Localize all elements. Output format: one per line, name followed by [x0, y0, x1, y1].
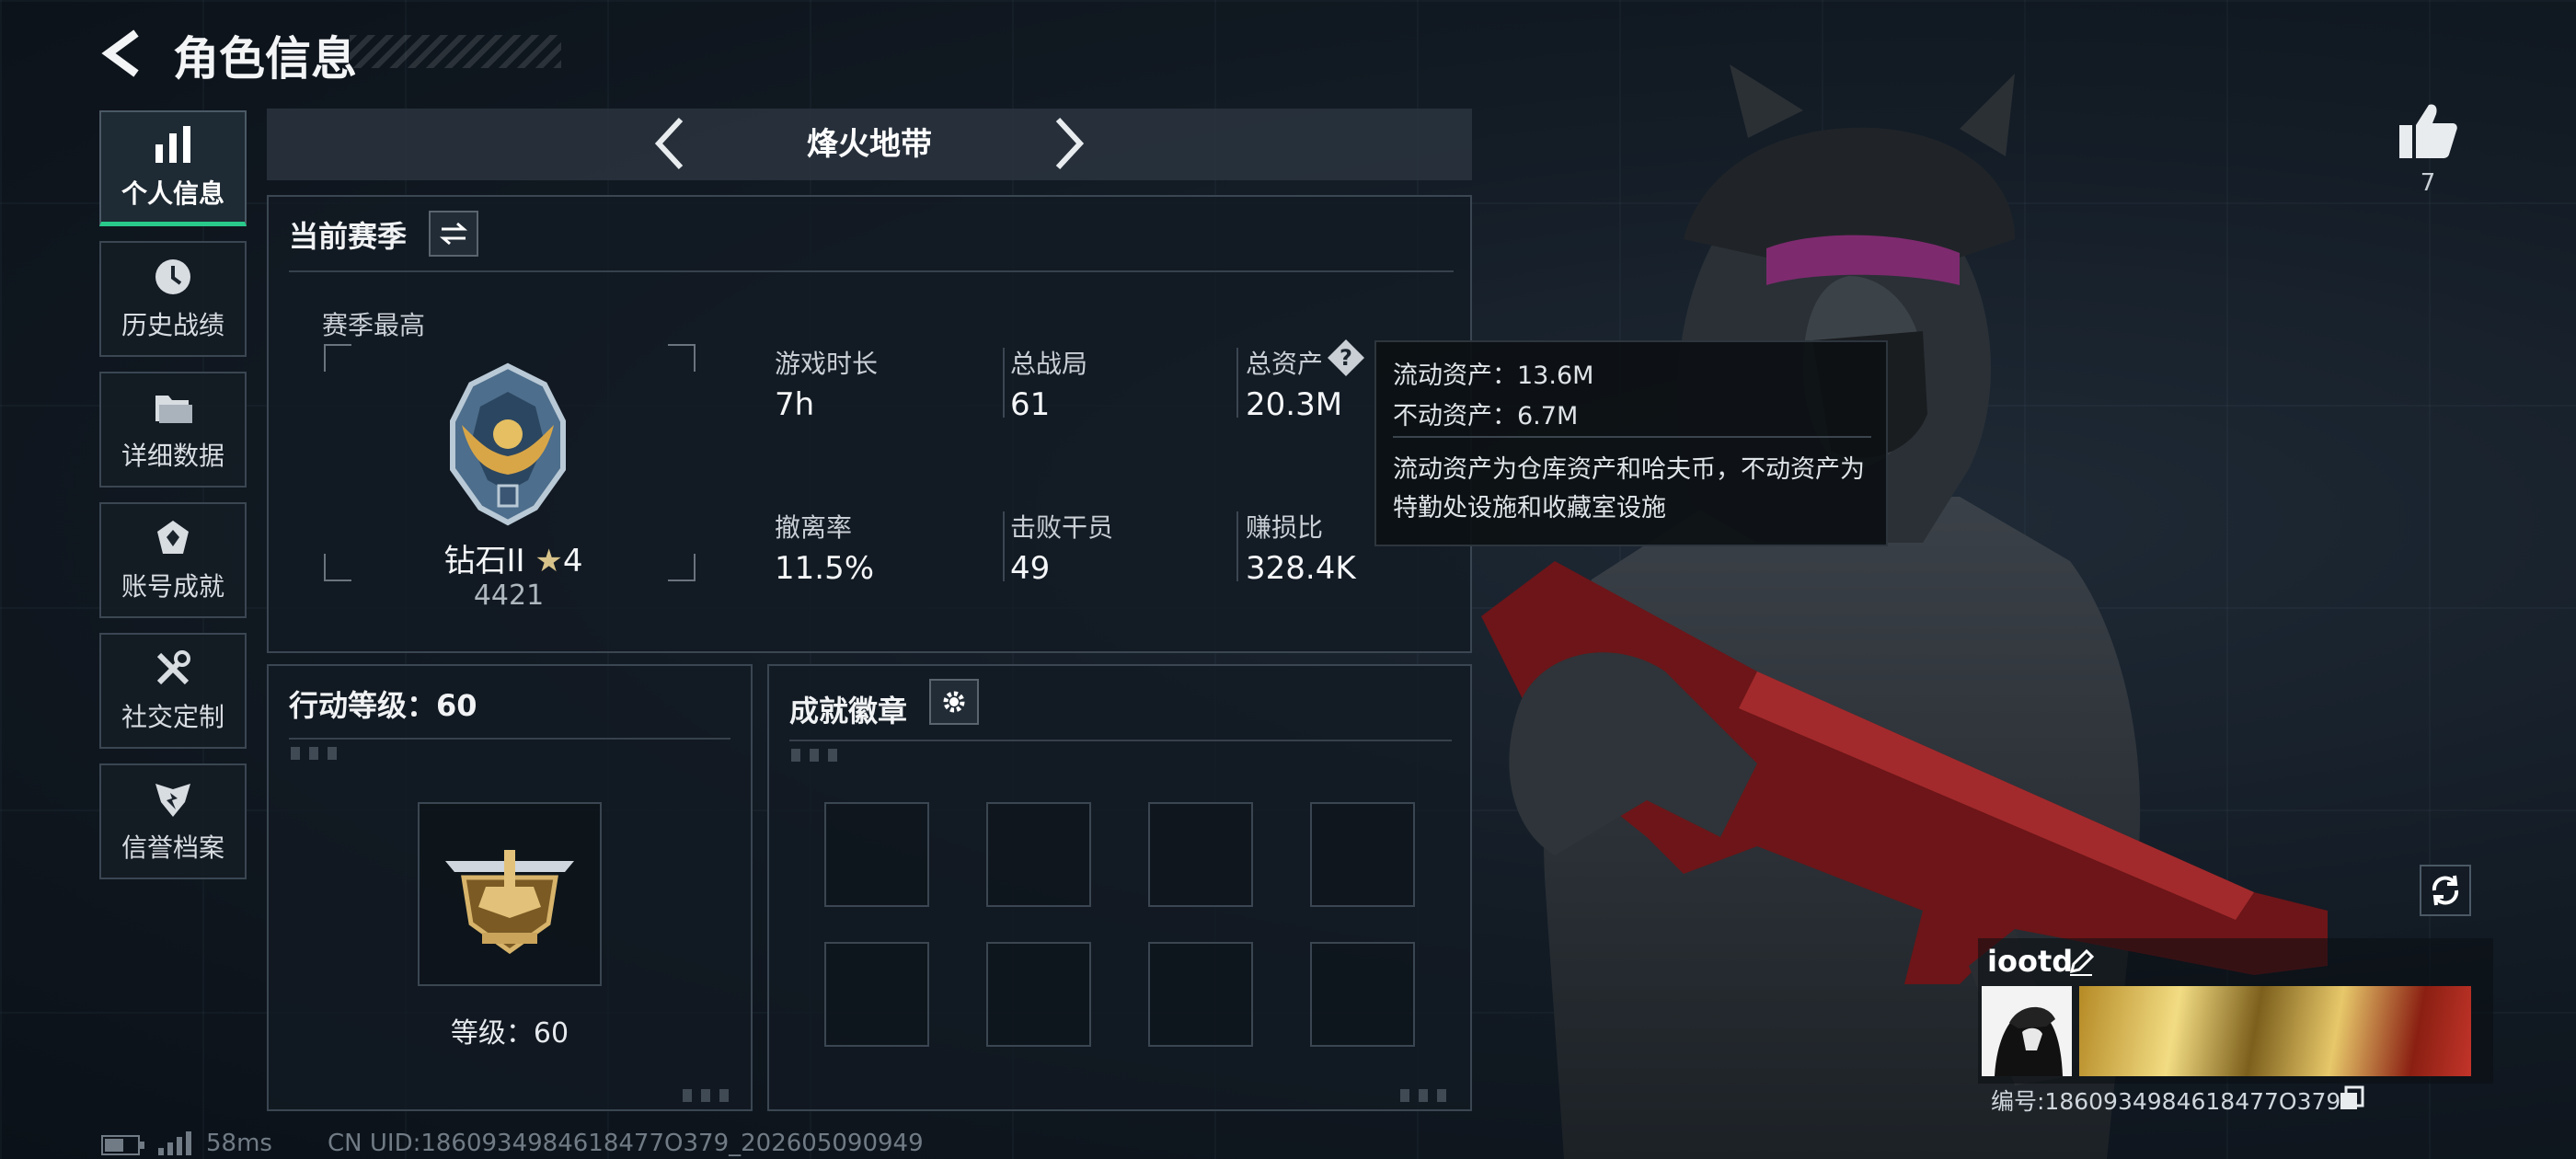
- frame-corner: [324, 554, 351, 581]
- bar-chart-icon: [155, 125, 190, 163]
- profile-banner: [2079, 986, 2471, 1076]
- badge-slot[interactable]: [986, 942, 1091, 1047]
- rotate-button[interactable]: [2420, 865, 2471, 916]
- stat-value-total-matches: 61: [1010, 386, 1051, 423]
- page-title: 角色信息: [173, 32, 357, 86]
- sidebar-item-achievements[interactable]: 账号成就: [99, 502, 247, 618]
- divider: [289, 270, 1454, 272]
- sidebar-item-history[interactable]: 历史战绩: [99, 241, 247, 357]
- player-name: iootd: [1987, 944, 2074, 979]
- action-level-title: 行动等级：60: [289, 688, 477, 723]
- help-icon[interactable]: ?: [1327, 339, 1365, 377]
- gear-icon: [943, 691, 965, 713]
- badge-settings-button[interactable]: [929, 679, 979, 725]
- frame-corner: [324, 344, 351, 372]
- folder-icon: [155, 396, 192, 423]
- sidebar-item-reputation[interactable]: 信誉档案: [99, 763, 247, 879]
- sidebar-item-label: 信誉档案: [121, 832, 224, 863]
- season-title: 当前赛季: [289, 219, 408, 254]
- frame-corner: [668, 554, 696, 581]
- sidebar-item-label: 社交定制: [121, 702, 224, 732]
- rank-stars: 4: [562, 543, 583, 580]
- sidebar-item-label: 个人信息: [121, 178, 224, 209]
- star-icon: ★: [535, 543, 563, 580]
- like-count: 7: [2420, 169, 2436, 197]
- decoration: [1400, 1089, 1455, 1102]
- sidebar-item-social[interactable]: 社交定制: [99, 633, 247, 749]
- stat-value-playtime: 7h: [775, 386, 815, 423]
- clock-icon: [155, 259, 190, 294]
- rotate-icon: [2432, 875, 2459, 906]
- shield-icon: [155, 784, 190, 817]
- tools-icon: [156, 650, 190, 685]
- stat-label-extract-rate: 撤离率: [775, 512, 853, 543]
- rank-name: 钻石II: [443, 543, 525, 580]
- badge-slot[interactable]: [1310, 802, 1415, 907]
- season-switch-button[interactable]: [429, 211, 478, 257]
- stat-value-total-assets: 20.3M: [1246, 386, 1343, 423]
- avatar[interactable]: [1982, 986, 2072, 1076]
- decoration: [291, 747, 346, 760]
- mode-title: 烽火地带: [807, 126, 932, 163]
- badge-slot[interactable]: [824, 802, 929, 907]
- stat-label-playtime: 游戏时长: [775, 349, 879, 379]
- signal-icon: [158, 1131, 191, 1155]
- frame-corner: [668, 344, 696, 372]
- divider: [289, 738, 730, 740]
- stat-label-profit-ratio: 赚损比: [1246, 512, 1324, 543]
- sidebar-item-label: 账号成就: [121, 571, 224, 602]
- swap-icon: [439, 222, 468, 246]
- decoration: [791, 749, 846, 762]
- back-arrow-icon[interactable]: [99, 28, 147, 79]
- divider: [1393, 436, 1871, 438]
- divider: [789, 740, 1452, 741]
- edit-icon[interactable]: [2066, 947, 2096, 977]
- thumbs-up-icon[interactable]: [2398, 101, 2458, 160]
- stat-value-kills: 49: [1010, 550, 1051, 587]
- diamond-rank-emblem: [450, 362, 566, 526]
- badge-slot[interactable]: [1148, 802, 1253, 907]
- divider: [1236, 511, 1238, 581]
- uid-text: CN UID:1860934984618477O379_202605090949: [328, 1130, 924, 1157]
- stat-label-total-assets: 总资产: [1246, 349, 1324, 379]
- stat-label-total-matches: 总战局: [1010, 349, 1088, 379]
- assets-description: 流动资产为仓库资产和哈夫币，不动资产为特勤处设施和收藏室设施: [1393, 455, 1865, 522]
- liquid-assets: 流动资产：13.6M: [1393, 361, 1594, 390]
- stat-value-extract-rate: 11.5%: [775, 550, 875, 587]
- copy-icon[interactable]: [2339, 1085, 2364, 1111]
- avatar-image: [1995, 1006, 2063, 1076]
- chevron-left-icon[interactable]: [651, 114, 688, 173]
- badge-slot[interactable]: [1148, 942, 1253, 1047]
- svg-text:?: ?: [1340, 345, 1352, 371]
- season-best-label: 赛季最高: [322, 310, 426, 340]
- divider: [1003, 511, 1005, 581]
- ping-value: 58ms: [206, 1130, 272, 1157]
- level-label: 等级：60: [450, 1017, 569, 1050]
- badge-slot[interactable]: [1310, 942, 1415, 1047]
- rank-points: 4421: [473, 580, 545, 612]
- decoration: [683, 1089, 738, 1102]
- title-decoration: [350, 35, 561, 68]
- chevron-right-icon[interactable]: [1051, 114, 1087, 173]
- sidebar-item-personal-info[interactable]: 个人信息: [99, 110, 247, 226]
- stat-value-profit-ratio: 328.4K: [1246, 550, 1356, 587]
- badges-title: 成就徽章: [789, 694, 908, 729]
- divider: [1236, 348, 1238, 418]
- helicopter-emblem: [445, 850, 574, 955]
- badge-slot[interactable]: [824, 942, 929, 1047]
- divider: [1003, 348, 1005, 418]
- sidebar-item-label: 历史战绩: [121, 310, 224, 340]
- player-id: 编号:1860934984618477O379: [1991, 1088, 2341, 1115]
- stat-label-kills: 击败干员: [1010, 512, 1114, 543]
- battery-icon: [101, 1135, 144, 1155]
- assets-tooltip: 流动资产：13.6M 不动资产：6.7M 流动资产为仓库资产和哈夫币，不动资产为…: [1374, 340, 1888, 546]
- sidebar-item-details[interactable]: 详细数据: [99, 372, 247, 488]
- fixed-assets: 不动资产：6.7M: [1393, 402, 1579, 430]
- badge-slot[interactable]: [986, 802, 1091, 907]
- sidebar-item-label: 详细数据: [121, 441, 224, 471]
- achievement-icon: [157, 521, 189, 554]
